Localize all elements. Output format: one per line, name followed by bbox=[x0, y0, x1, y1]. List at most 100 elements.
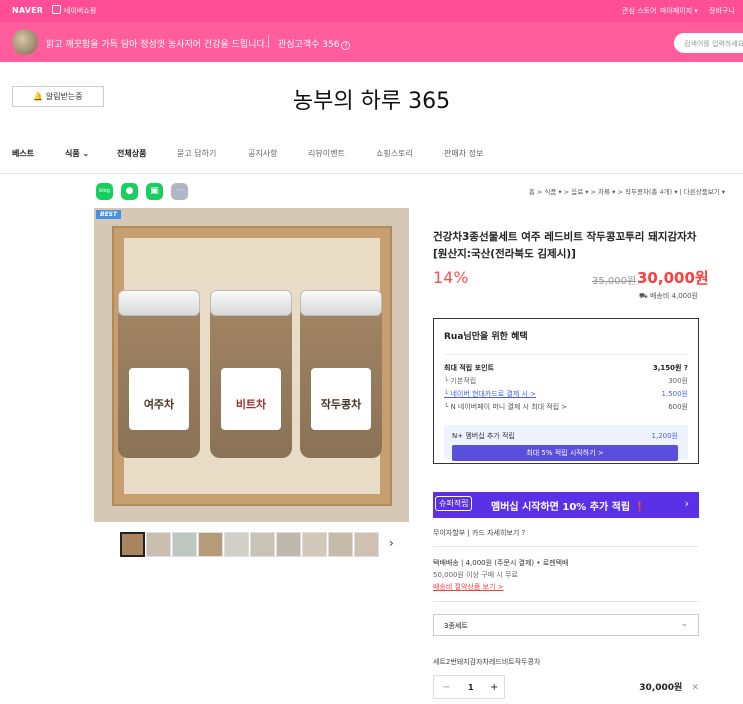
nav-all[interactable]: 전체상품 bbox=[117, 148, 146, 159]
product-title: 건강차3종선물세트 여주 레드비트 작두콩꼬투리 돼지감자차 [원산지:국산(전… bbox=[433, 231, 697, 260]
blog-share-icon[interactable]: blog bbox=[96, 183, 113, 200]
free-shipping-line: 50,000원 이상 구매 시 무료 bbox=[433, 571, 518, 579]
membership-value: 1,200원 bbox=[651, 432, 678, 440]
thumbnail[interactable] bbox=[146, 532, 171, 557]
benefit-title: Rua님만을 위한 혜택 bbox=[444, 332, 528, 342]
super-reward-tag: 슈퍼적립 bbox=[435, 496, 473, 511]
option-price: 30,000원 ✕ bbox=[639, 680, 699, 693]
membership-start-button[interactable]: 최대 5% 적립 시작하기 > bbox=[452, 445, 678, 461]
section-divider bbox=[433, 601, 699, 602]
jar-label: 여주차 bbox=[129, 368, 189, 430]
banner-divider bbox=[268, 35, 269, 48]
store-banner: 맑고 깨끗함을 가득 담아 정성껏 농사지어 건강을 드립니다. 관심고객수 3… bbox=[0, 22, 743, 62]
truck-icon: ⛟ bbox=[638, 292, 650, 300]
store-search-input[interactable]: 검색어를 입력하세요 bbox=[674, 33, 743, 53]
shipping-info: 택배배송 | 4,000원 (주문시 결제) • 로젠택배 50,000원 이상… bbox=[433, 557, 569, 593]
jar-label: 비트차 bbox=[221, 368, 281, 430]
quantity-stepper: − 1 + bbox=[433, 675, 505, 699]
option-select[interactable]: 3종세트 ⌄ bbox=[433, 614, 699, 636]
shopping-bag-icon bbox=[52, 5, 61, 14]
benefit-box: Rua님만을 위한 혜택 최대 적립 포인트 3,150원 ? └ 기본적립 300… bbox=[433, 318, 699, 464]
help-icon[interactable]: ? bbox=[341, 41, 351, 50]
thumbnail[interactable] bbox=[302, 532, 327, 557]
jar-label-text: 여주차 bbox=[143, 398, 175, 411]
breadcrumb[interactable]: 홈 > 식품 ▾ > 음료 ▾ > 차류 ▾ > 작두콩차(총 4개) ▾ | … bbox=[529, 186, 725, 196]
shipping-fee: ⛟ 배송비 4,000원 bbox=[639, 291, 698, 301]
chevron-right-icon[interactable]: › bbox=[389, 536, 394, 550]
top-bar: NAVER 네이버쇼핑 관심 스토어 마이페이지 ▾ 장바구니 bbox=[0, 0, 743, 22]
close-icon[interactable]: ✕ bbox=[691, 683, 699, 693]
benefit-row: └ 기본적립 300원 bbox=[444, 376, 688, 386]
nav-best[interactable]: 베스트 bbox=[12, 148, 34, 159]
installment-info[interactable]: 무이자할부 | 카드 자세히보기 ? bbox=[433, 528, 525, 538]
nav-divider bbox=[0, 173, 743, 174]
benefit-label: 최대 적립 포인트 bbox=[444, 364, 494, 372]
thumbnail[interactable] bbox=[328, 532, 353, 557]
membership-label: N+ 멤버십 추가 적립 bbox=[452, 432, 515, 440]
quantity-value[interactable]: 1 bbox=[468, 683, 474, 692]
chevron-down-icon: ⌄ bbox=[680, 619, 688, 629]
nav-review-event[interactable]: 리뷰이벤트 bbox=[308, 148, 345, 159]
nav-notice[interactable]: 공지사항 bbox=[248, 148, 277, 159]
benefit-value: 1,500원 bbox=[661, 390, 688, 398]
selected-option-name: 세트2번돼지감자차레드비트작두콩차 bbox=[433, 658, 541, 666]
store-name[interactable]: 농부의 하루 365 bbox=[0, 83, 743, 115]
original-price: 35,000원 bbox=[592, 276, 637, 287]
cart-link[interactable]: 장바구니 bbox=[709, 6, 735, 16]
benefit-value: 600원 bbox=[668, 403, 688, 411]
thumbnail[interactable] bbox=[224, 532, 249, 557]
benefit-value[interactable]: 3,150원 ? bbox=[653, 363, 688, 373]
plus-button[interactable]: + bbox=[490, 682, 498, 693]
thumbnail[interactable] bbox=[250, 532, 275, 557]
nav-shopping-story[interactable]: 쇼핑스토리 bbox=[376, 148, 413, 159]
product-main-image[interactable]: 여주차 비트차 작두콩차 bbox=[94, 208, 409, 522]
jar-lid bbox=[118, 290, 200, 316]
benefit-label[interactable]: └ N 네이버페이 머니 결제 시 최대 적립 > bbox=[444, 403, 567, 411]
nav-seller-info[interactable]: 판매자 정보 bbox=[444, 148, 483, 159]
jar-lid bbox=[300, 290, 382, 316]
more-share-icon[interactable]: ··· bbox=[171, 183, 188, 200]
category-nav: 베스트 식품 ⌄ 전체상품 묻고 답하기 공지사항 리뷰이벤트 쇼핑스토리 판매… bbox=[0, 148, 743, 163]
thumbnail[interactable] bbox=[354, 532, 379, 557]
favorite-stores-link[interactable]: 관심 스토어 bbox=[622, 6, 656, 16]
jar-label-text: 비트차 bbox=[235, 398, 267, 411]
benefit-label: └ 기본적립 bbox=[444, 377, 477, 385]
best-badge: BEST bbox=[96, 210, 122, 219]
membership-ad-banner[interactable]: 슈퍼적립 멤버십 시작하면 10% 추가 적립 ❗ › bbox=[433, 492, 699, 518]
jar-label-text: 작두콩차 bbox=[320, 398, 362, 411]
band-share-icon[interactable]: ▣ bbox=[146, 183, 163, 200]
naver-logo[interactable]: NAVER bbox=[12, 6, 43, 15]
benefit-row[interactable]: └ 네이버 현대카드로 결제 시 > 1,500원 bbox=[444, 389, 688, 399]
benefit-row: 최대 적립 포인트 3,150원 ? bbox=[444, 363, 688, 373]
option-price-value: 30,000원 bbox=[639, 683, 683, 693]
fans-count: 관심고객수 356? bbox=[278, 37, 351, 50]
store-avatar[interactable] bbox=[12, 29, 38, 55]
thumbnail[interactable] bbox=[120, 532, 145, 557]
chevron-right-icon: › bbox=[684, 497, 689, 510]
option-select-value: 3종세트 bbox=[444, 622, 468, 630]
jar-label: 작두콩차 bbox=[311, 368, 371, 430]
nav-qna[interactable]: 묻고 답하기 bbox=[177, 148, 216, 159]
membership-box: N+ 멤버십 추가 적립 1,200원 최대 5% 적립 시작하기 > bbox=[444, 425, 688, 461]
store-description: 맑고 깨끗함을 가득 담아 정성껏 농사지어 건강을 드립니다. bbox=[46, 40, 268, 50]
ad-text: 멤버십 시작하면 10% 추가 적립 ❗ bbox=[491, 502, 646, 513]
benefit-divider bbox=[444, 354, 688, 355]
shipping-line: 택배배송 | 4,000원 (주문시 결제) • 로젠택배 bbox=[433, 559, 569, 567]
thumbnail[interactable] bbox=[276, 532, 301, 557]
benefit-row[interactable]: └ N 네이버페이 머니 결제 시 최대 적립 > 600원 bbox=[444, 402, 688, 412]
benefit-value: 300원 bbox=[668, 377, 688, 385]
minus-button[interactable]: − bbox=[442, 682, 450, 693]
thumbnail[interactable] bbox=[172, 532, 197, 557]
sale-price: 30,000원 bbox=[637, 269, 709, 287]
jar-lid bbox=[210, 290, 292, 316]
benefit-label[interactable]: └ 네이버 현대카드로 결제 시 > bbox=[444, 390, 536, 398]
fans-count-label: 관심고객수 356 bbox=[278, 40, 340, 50]
mypage-link[interactable]: 마이페이지 ▾ bbox=[660, 6, 698, 16]
talk-share-icon[interactable]: ● bbox=[121, 183, 138, 200]
thumbnail[interactable] bbox=[198, 532, 223, 557]
section-divider bbox=[433, 546, 699, 547]
discount-rate: 14% bbox=[433, 268, 469, 287]
nav-food[interactable]: 식품 ⌄ bbox=[65, 148, 89, 159]
shipping-saver-link[interactable]: 배송비 절약상품 보기 > bbox=[433, 581, 569, 593]
naver-shopping-link[interactable]: 네이버쇼핑 bbox=[64, 6, 96, 16]
